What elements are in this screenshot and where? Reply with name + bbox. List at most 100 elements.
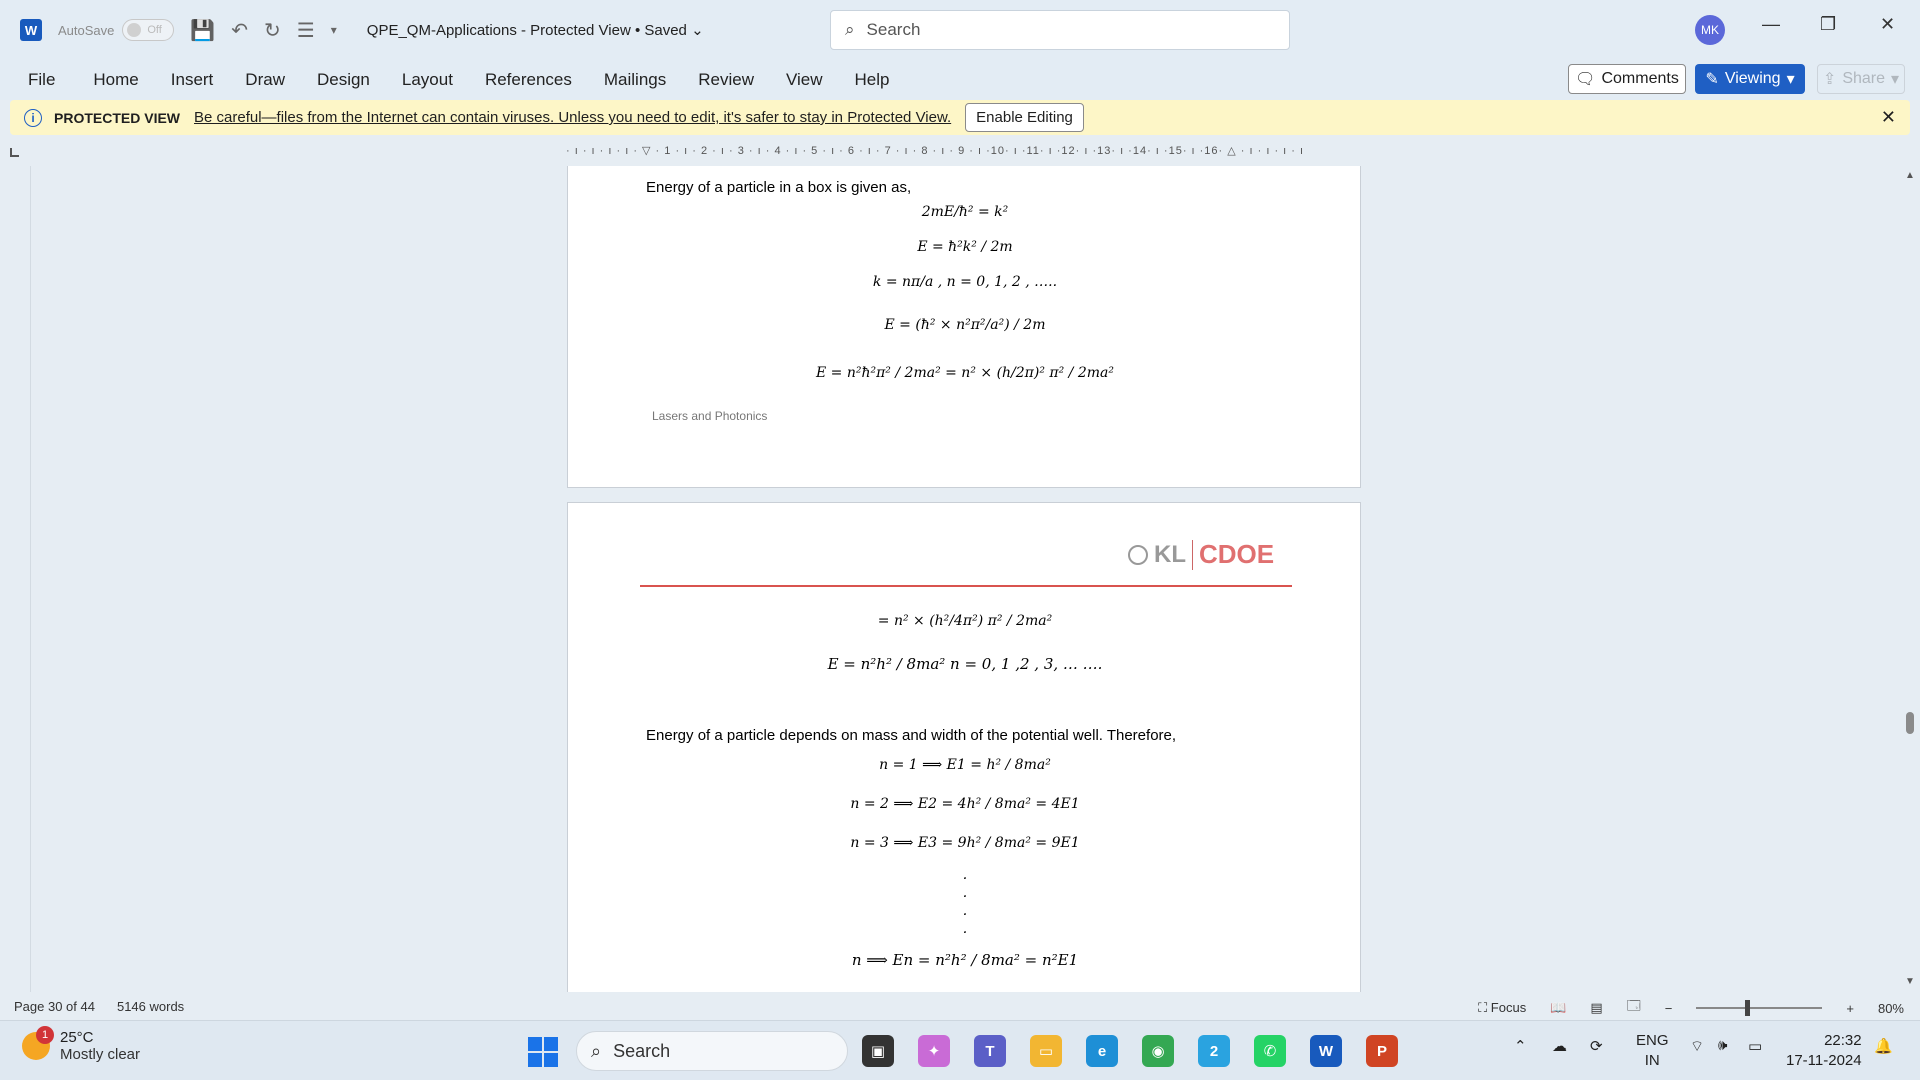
restore-icon[interactable]: ❐ — [1820, 14, 1836, 35]
task-view-icon[interactable]: ▣ — [862, 1035, 894, 1067]
close-icon[interactable]: ✕ — [1880, 14, 1895, 35]
temperature: 25°C — [60, 1029, 94, 1046]
focus-icon: ⛶ — [1478, 1000, 1488, 1015]
focus-button[interactable]: ⛶ Focus — [1478, 1000, 1526, 1016]
web-layout-icon[interactable]: 🗔 — [1627, 997, 1641, 1019]
language-bottom: IN — [1644, 1052, 1660, 1069]
seal-icon — [1128, 544, 1148, 565]
equation: n = 3 ⟹ E3 = 9h² / 8ma² = 9E1 — [850, 835, 1080, 851]
chevron-up-icon[interactable]: ⌃ — [1514, 1037, 1527, 1055]
zoom-in-button[interactable]: + — [1846, 1001, 1854, 1016]
autosave-label: AutoSave — [58, 22, 115, 38]
user-avatar[interactable]: MK — [1695, 15, 1725, 45]
logo-divider — [1192, 539, 1193, 570]
zoom-level[interactable]: 80% — [1878, 1001, 1904, 1016]
close-icon[interactable]: ✕ — [1881, 107, 1896, 128]
weather-icon: 1 — [22, 1026, 54, 1060]
scroll-down-icon[interactable]: ▼ — [1905, 976, 1915, 987]
sync-icon[interactable]: ⟳ — [1590, 1037, 1603, 1055]
share-button[interactable]: ⇪ Share ▾ — [1817, 64, 1905, 94]
clock-time: 22:32 — [1824, 1032, 1862, 1049]
viewing-mode-button[interactable]: ✎ Viewing ▾ — [1695, 64, 1805, 94]
tab-file[interactable]: File — [28, 70, 55, 90]
print-layout-icon[interactable]: ▤ — [1590, 1000, 1602, 1016]
word-count[interactable]: 5146 words — [117, 999, 184, 1014]
protected-view-message[interactable]: Be careful—files from the Internet can c… — [194, 109, 951, 126]
zoom-slider-knob[interactable] — [1744, 1000, 1750, 1016]
tab-home[interactable]: Home — [93, 70, 138, 90]
volume-icon[interactable]: 🕪 — [1718, 1037, 1727, 1054]
horizontal-ruler[interactable]: · ı · ı · ı · ı · ▽ · 1 · ı · 2 · ı · 3 … — [566, 144, 1356, 160]
read-mode-icon[interactable]: 📖 — [1550, 1000, 1566, 1016]
zoom-slider[interactable] — [1696, 1000, 1823, 1016]
scroll-thumb[interactable] — [1906, 712, 1914, 734]
tab-view[interactable]: View — [786, 70, 823, 90]
onedrive-icon[interactable]: ☁ — [1552, 1037, 1567, 1055]
autosave-toggle[interactable]: Off — [122, 19, 175, 41]
file-explorer-icon[interactable]: ▭ — [1030, 1035, 1062, 1067]
save-icon[interactable]: 💾 — [190, 18, 215, 43]
tab-help[interactable]: Help — [855, 70, 890, 90]
header-rule — [640, 585, 1292, 587]
vertical-scrollbar[interactable]: ▲ ▼ — [1901, 166, 1920, 992]
scroll-up-icon[interactable]: ▲ — [1905, 170, 1915, 181]
tab-selector-icon[interactable] — [10, 148, 19, 157]
powerpoint-icon[interactable]: P — [1366, 1035, 1398, 1067]
tab-insert[interactable]: Insert — [171, 70, 214, 90]
copilot-icon[interactable]: ✦ — [918, 1035, 950, 1067]
chrome-icon[interactable]: ◉ — [1142, 1035, 1174, 1067]
document-canvas: Energy of a particle in a box is given a… — [31, 166, 1901, 992]
tab-design[interactable]: Design — [317, 70, 370, 90]
tab-layout[interactable]: Layout — [402, 70, 453, 90]
autosave-state: Off — [147, 24, 162, 36]
windows-start-icon[interactable] — [528, 1037, 558, 1067]
toggle-knob — [127, 23, 142, 37]
language-top: ENG — [1636, 1032, 1669, 1049]
tab-review[interactable]: Review — [698, 70, 754, 90]
customize-qat-icon[interactable]: ▾ — [331, 23, 337, 37]
pen-icon: ✎ — [1705, 71, 1719, 88]
paragraph: Energy of a particle depends on mass and… — [646, 727, 1177, 744]
protected-view-bar: i PROTECTED VIEW Be careful—files from t… — [10, 100, 1910, 135]
telegram-icon[interactable]: 2 — [1198, 1035, 1230, 1067]
language-indicator[interactable]: ENG IN — [1636, 1031, 1669, 1071]
focus-label: Focus — [1490, 1000, 1527, 1015]
comments-button[interactable]: 🗨 Comments — [1568, 64, 1686, 94]
search-icon: ⌕ — [845, 20, 855, 39]
vertical-ruler — [0, 166, 31, 992]
page-footer: Lasers and Photonics — [652, 409, 768, 423]
status-bar: Page 30 of 44 5146 words ⛶ Focus 📖 ▤ 🗔 −… — [0, 992, 1920, 1020]
teams-icon[interactable]: T — [974, 1035, 1006, 1067]
page-count[interactable]: Page 30 of 44 — [14, 999, 95, 1014]
taskbar: 1 25°C Mostly clear ⌕ Search ▣ ✦ T ▭ e ◉… — [0, 1020, 1920, 1080]
taskbar-search[interactable]: ⌕ Search — [576, 1031, 848, 1071]
document-title[interactable]: QPE_QM-Applications - Protected View • S… — [367, 21, 704, 39]
minimize-icon[interactable]: — — [1762, 14, 1780, 35]
notifications-icon[interactable]: 🔔 — [1874, 1037, 1893, 1055]
clock[interactable]: 22:32 17-11-2024 — [1786, 1031, 1862, 1071]
align-icon[interactable]: ☰ — [297, 18, 315, 43]
clock-date: 17-11-2024 — [1786, 1052, 1862, 1069]
comment-icon: 🗨 — [1575, 71, 1596, 88]
redo-icon[interactable]: ↻ — [264, 18, 281, 43]
word-taskbar-icon[interactable]: W — [1310, 1035, 1342, 1067]
tab-references[interactable]: References — [485, 70, 572, 90]
weather-condition: Mostly clear — [60, 1046, 141, 1063]
whatsapp-icon[interactable]: ✆ — [1254, 1035, 1286, 1067]
tab-mailings[interactable]: Mailings — [604, 70, 666, 90]
notification-badge: 1 — [36, 1026, 54, 1044]
viewing-label: Viewing — [1724, 70, 1781, 87]
enable-editing-button[interactable]: Enable Editing — [965, 103, 1084, 132]
tab-draw[interactable]: Draw — [245, 70, 285, 90]
equation: E = n²h² / 8ma² n = 0, 1 ,2 , 3, … …. — [827, 655, 1103, 673]
logo-kl-text: KL — [1154, 540, 1186, 568]
ellipsis-dot: · — [962, 871, 968, 887]
weather-widget[interactable]: 1 25°C Mostly clear — [22, 1026, 141, 1063]
edge-icon[interactable]: e — [1086, 1035, 1118, 1067]
chevron-down-icon: ▾ — [1891, 71, 1900, 88]
battery-icon[interactable]: ▭ — [1748, 1037, 1762, 1055]
wifi-icon[interactable]: ⌔ — [1690, 1037, 1704, 1056]
search-box[interactable]: ⌕ Search — [830, 10, 1290, 50]
undo-icon[interactable]: ↶ — [231, 18, 248, 43]
zoom-out-button[interactable]: − — [1665, 1001, 1673, 1016]
